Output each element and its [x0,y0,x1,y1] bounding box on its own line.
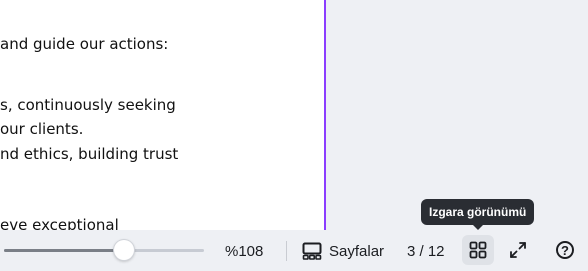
fullscreen-icon [509,241,527,259]
document-text-line[interactable]: nd ethics, building trust [0,145,178,163]
bottom-toolbar: %108 Sayfalar 3 / 12 ? [0,230,588,271]
zoom-slider-thumb[interactable] [114,240,134,260]
zoom-slider[interactable] [4,249,204,252]
canvas-area: and guide our actions: s, continuously s… [0,0,588,230]
pages-button[interactable]: Sayfalar [298,236,388,266]
help-icon: ? [556,241,574,259]
document-text-line[interactable]: s, continuously seeking [0,96,176,114]
grid-icon [469,241,487,259]
document-text-line[interactable]: eve exceptional [0,216,119,230]
zoom-percentage[interactable]: %108 [225,241,263,261]
help-button[interactable]: ? [549,235,581,265]
document-page[interactable]: and guide our actions: s, continuously s… [0,0,326,230]
pages-icon [302,242,322,260]
page-counter: 3 / 12 [407,242,445,260]
zoom-slider-fill [4,249,124,252]
document-text-line[interactable]: and guide our actions: [0,35,168,53]
tooltip-text: Izgara görünümü [429,205,527,219]
pages-button-label: Sayfalar [329,242,385,260]
document-text-line[interactable]: our clients. [0,120,83,138]
grid-view-tooltip: Izgara görünümü [421,199,535,230]
fullscreen-button[interactable] [502,235,534,265]
toolbar-divider [286,241,287,261]
grid-view-button[interactable] [462,235,494,265]
